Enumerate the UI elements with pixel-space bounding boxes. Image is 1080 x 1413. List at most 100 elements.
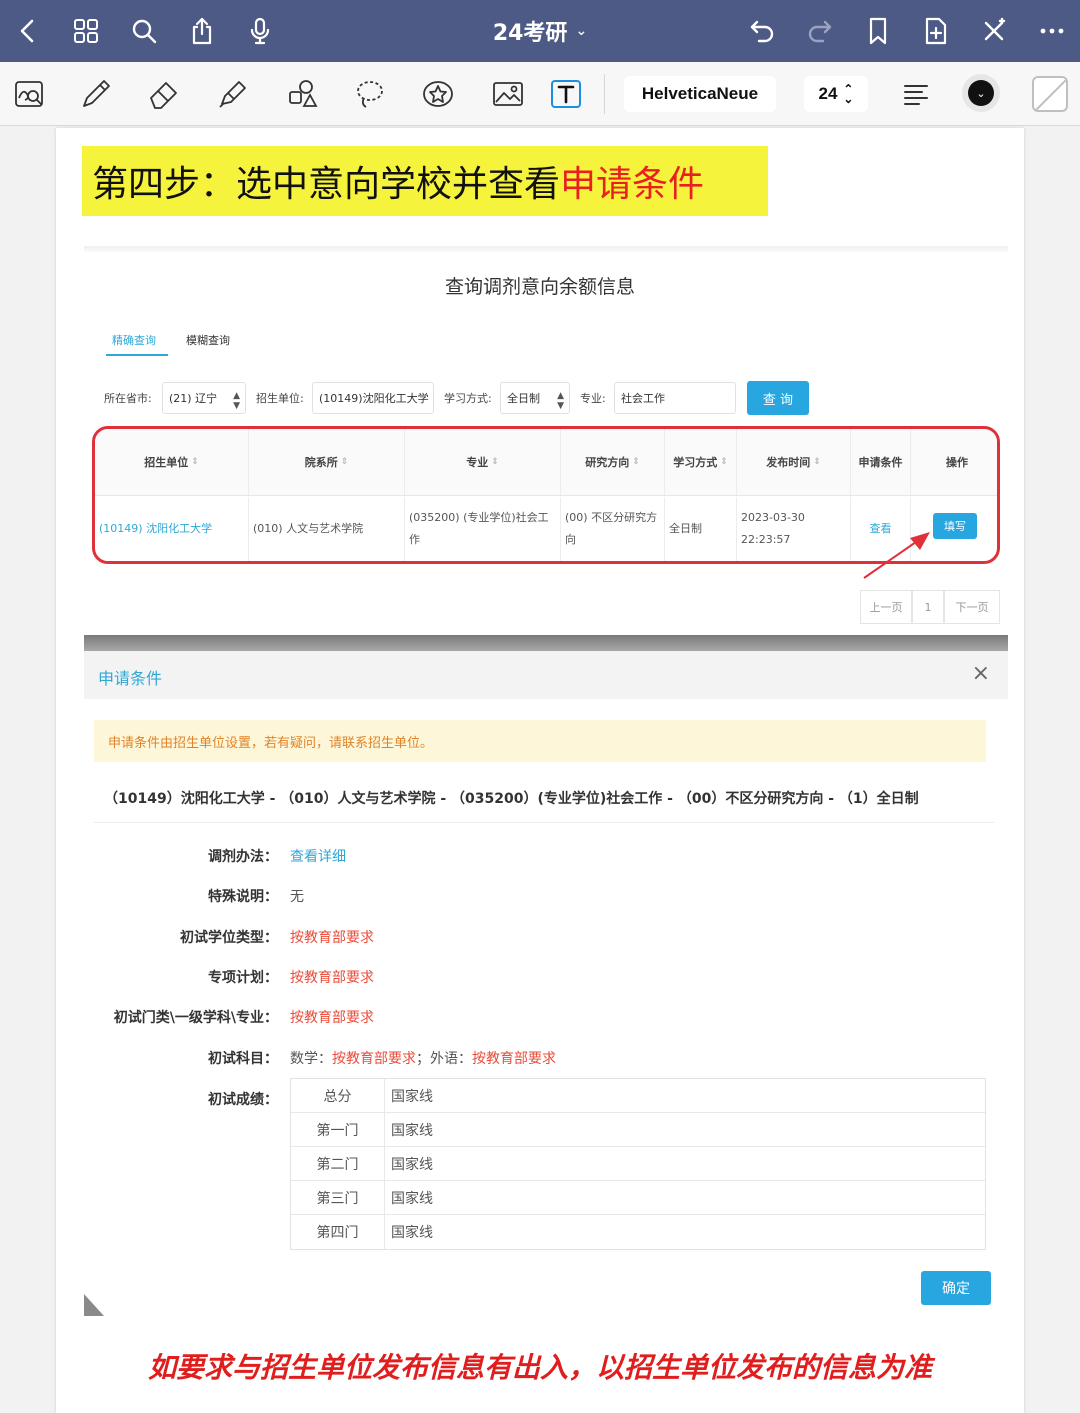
next-page-button[interactable]: 下一页 [944, 590, 1000, 624]
pen-icon[interactable] [74, 72, 118, 116]
text-align-icon[interactable] [894, 72, 938, 116]
cell-major: (035200) (专业学位)社会工作 [405, 497, 561, 561]
chevron-down-icon: ⌄ [575, 23, 588, 39]
microphone-icon[interactable] [242, 13, 278, 49]
table-row: 第三门 国家线 [291, 1181, 985, 1215]
modal-title: 申请条件 [98, 669, 163, 688]
score-table: 总分 国家线 第一门 国家线 第二门 国家线 第三门 国家线 第四门 国家线 [290, 1078, 986, 1250]
program-summary: （10149）沈阳化工大学 - （010）人文与艺术学院 - （035200）(… [104, 791, 919, 807]
table-row-divider [95, 495, 997, 496]
major-input[interactable]: 社会工作 [614, 382, 736, 414]
document-page: 第四步：选中意向学校并查看 申请条件 查询调剂意向余额信息 精确查询 模糊查询 所… [56, 128, 1024, 1413]
document-title[interactable]: 24考研 ⌄ [440, 14, 640, 48]
redo-icon[interactable] [802, 13, 838, 49]
col-header-study-mode[interactable]: 学习方式 ⇕ [665, 429, 737, 495]
step-title-highlight: 申请条件 [560, 164, 705, 205]
view-detail-link[interactable]: 查看详细 [290, 846, 346, 866]
col-header-action: 操作 [911, 429, 997, 495]
confirm-button[interactable]: 确定 [921, 1271, 991, 1305]
tool-bar: HelveticaNeue 24 ⌃ ⌄ [0, 62, 1080, 126]
col-header-department[interactable]: 院系所 ⇕ [249, 429, 405, 495]
sort-icon: ⇕ [720, 457, 728, 467]
add-page-icon[interactable] [918, 13, 954, 49]
font-name-selector[interactable]: HelveticaNeue [624, 76, 776, 112]
major-label: 专业: [580, 392, 606, 405]
lasso-icon[interactable] [348, 72, 392, 116]
subjects-label: 初试科目： [208, 1051, 278, 1067]
eraser-icon[interactable] [142, 72, 186, 116]
col-header-unit[interactable]: 招生单位 ⇕ [95, 429, 249, 495]
sort-icon: ⇕ [813, 457, 821, 467]
special-note-value: 无 [290, 889, 304, 905]
shapes-icon[interactable] [280, 72, 324, 116]
sort-icon: ⇕ [632, 457, 640, 467]
select-arrow-icon: ▲ ▼ [557, 391, 564, 411]
step-title: 第四步：选中意向学校并查看 申请条件 [82, 146, 768, 216]
toolbar-divider [604, 74, 605, 114]
prev-page-button[interactable]: 上一页 [860, 590, 912, 624]
more-icon[interactable] [1034, 13, 1070, 49]
study-mode-label: 学习方式: [444, 392, 492, 405]
table-row: 第二门 国家线 [291, 1147, 985, 1181]
table-row: 第四门 国家线 [291, 1215, 985, 1249]
fill-in-button[interactable]: 填写 [933, 513, 977, 539]
active-tab-indicator [106, 354, 168, 356]
close-icon[interactable]: × [972, 661, 990, 686]
col-header-publish-time[interactable]: 发布时间 ⇕ [737, 429, 851, 495]
unit-input[interactable]: (10149)沈阳化工大学 [312, 382, 434, 414]
cell-direction: (00) 不区分研究方向 [561, 497, 665, 561]
cell-department: (010) 人文与艺术学院 [249, 497, 405, 561]
query-button[interactable]: 查 询 [747, 381, 809, 415]
scores-label: 初试成绩： [208, 1092, 278, 1108]
cell-publish-time: 2023-03-30 22:23:57 [737, 497, 851, 561]
font-size-stepper[interactable]: 24 ⌃ ⌄ [804, 76, 868, 112]
table-row: 第一门 国家线 [291, 1113, 985, 1147]
divider [94, 822, 994, 823]
fill-color-none-button[interactable] [1032, 76, 1068, 112]
subjects-value: 数学：按教育部要求；外语：按教育部要求 [290, 1051, 556, 1067]
tab-exact-query[interactable]: 精确查询 [112, 332, 156, 348]
category-value: 按教育部要求 [290, 1010, 374, 1026]
footer-note: 如要求与招生单位发布信息有出入，以招生单位发布的信息为准 [147, 1351, 932, 1384]
modal-header: 申请条件 × [84, 651, 1008, 699]
top-nav-bar: 24考研 ⌄ [0, 0, 1080, 62]
tab-fuzzy-query[interactable]: 模糊查询 [186, 332, 230, 348]
back-chevron-icon[interactable] [10, 13, 46, 49]
table-row: 总分 国家线 [291, 1079, 985, 1113]
col-header-direction[interactable]: 研究方向 ⇕ [561, 429, 665, 495]
special-plan-value: 按教育部要求 [290, 970, 374, 986]
text-color-button[interactable]: ⌄ [962, 74, 1000, 112]
zoom-lasso-icon[interactable] [8, 72, 52, 116]
category-label: 初试门类\一级学科\专业： [113, 1010, 278, 1026]
notice-banner: 申请条件由招生单位设置，若有疑问，请联系招生单位。 [94, 720, 986, 762]
sticker-icon[interactable] [416, 72, 460, 116]
degree-type-label: 初试学位类型： [180, 930, 278, 946]
bookmark-icon[interactable] [860, 13, 896, 49]
degree-type-value: 按教育部要求 [290, 930, 374, 946]
text-tool-icon[interactable] [544, 72, 588, 116]
search-icon[interactable] [126, 13, 162, 49]
highlighter-icon[interactable] [210, 72, 254, 116]
image-icon[interactable] [486, 72, 530, 116]
page-fold-corner [84, 1294, 104, 1316]
special-plan-label: 专项计划： [208, 970, 278, 986]
undo-icon[interactable] [744, 13, 780, 49]
grid-icon[interactable] [68, 13, 104, 49]
page-number-button[interactable]: 1 [912, 590, 944, 624]
province-label: 所在省市: [104, 392, 152, 405]
sort-icon: ⇕ [491, 457, 499, 467]
sort-icon: ⇕ [191, 457, 199, 467]
unit-label: 招生单位: [256, 392, 304, 405]
cell-unit[interactable]: (10149) 沈阳化工大学 [95, 497, 249, 561]
study-mode-select[interactable]: 全日制 ▲ ▼ [500, 382, 570, 414]
cell-study-mode: 全日制 [665, 497, 737, 561]
up-down-chevron-icon: ⌃ ⌄ [843, 82, 854, 106]
share-icon[interactable] [184, 13, 220, 49]
select-arrow-icon: ▲ ▼ [233, 391, 240, 411]
red-arrow-annotation [863, 532, 930, 579]
province-select[interactable]: (21) 辽宁 ▲ ▼ [162, 382, 246, 414]
chevron-down-icon: ⌄ [968, 80, 994, 106]
close-x-icon[interactable] [976, 13, 1012, 49]
screenshot-top-edge [84, 246, 1008, 252]
col-header-major[interactable]: 专业 ⇕ [405, 429, 561, 495]
